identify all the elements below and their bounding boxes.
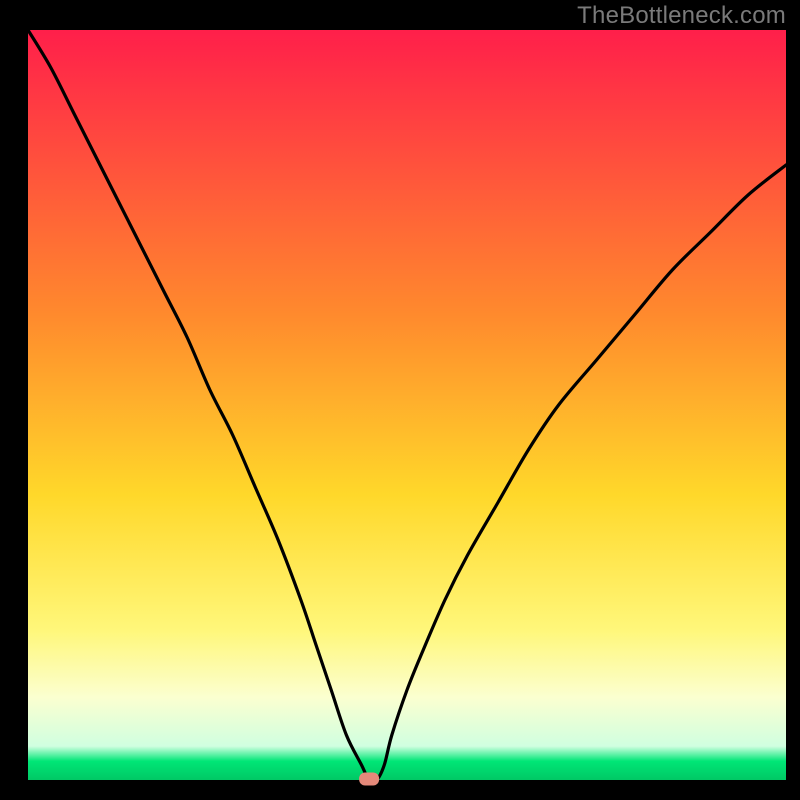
chart-frame: TheBottleneck.com (0, 0, 800, 800)
plot-background (28, 30, 786, 780)
bottleneck-chart (0, 0, 800, 800)
watermark-text: TheBottleneck.com (577, 2, 786, 30)
optimum-marker (359, 773, 379, 786)
